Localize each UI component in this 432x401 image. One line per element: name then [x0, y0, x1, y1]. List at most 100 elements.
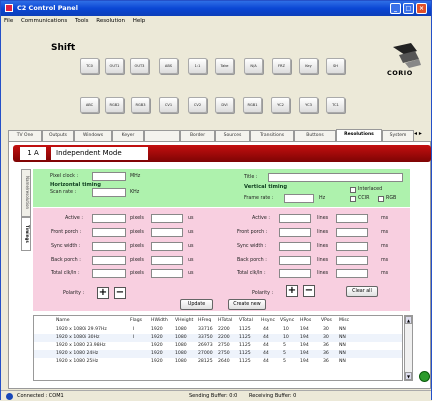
col-htotal[interactable]: HTotal [218, 316, 232, 325]
scroll-up-icon[interactable]: ▲ [405, 316, 412, 324]
title-input[interactable] [268, 173, 403, 182]
v-back-porch-input[interactable] [279, 256, 311, 265]
update-button[interactable]: Update [180, 299, 213, 310]
tab-resolutions[interactable]: Resolutions [336, 129, 382, 141]
col-vsync[interactable]: VSync [280, 316, 294, 325]
out1-button[interactable]: OUT1 [105, 58, 124, 74]
cv1-button[interactable]: CV1 [159, 97, 178, 113]
col-vtotal[interactable]: VTotal [239, 316, 253, 325]
abc-button[interactable]: ABC [80, 97, 99, 113]
col-hpos[interactable]: HPos [300, 316, 311, 325]
table-row[interactable]: 1920 x 1080 24Hz 1920 1080 27000 2750 11… [34, 350, 402, 358]
side-tab-name-resolution[interactable]: Name/resolution [21, 169, 31, 217]
take-button[interactable]: Take [215, 58, 234, 74]
tc0-button[interactable]: TC0 [80, 58, 99, 74]
frame-rate-input[interactable] [284, 194, 314, 203]
ccir-checkbox[interactable] [350, 196, 356, 202]
interlaced-checkbox[interactable] [350, 187, 356, 193]
pixel-clock-input[interactable] [92, 172, 126, 181]
col-hwidth[interactable]: HWidth [151, 316, 168, 325]
tab-blank[interactable] [144, 130, 180, 141]
v-total-ms-input[interactable] [336, 269, 368, 278]
h-back-porch-us-input[interactable] [151, 256, 183, 265]
col-flags[interactable]: Flags [130, 316, 142, 325]
menu-file[interactable]: File [4, 18, 13, 24]
v-active-ms-input[interactable] [336, 214, 368, 223]
na-button[interactable]: N/A [244, 58, 263, 74]
rgb1-button[interactable]: RGB1 [243, 97, 262, 113]
col-vheight[interactable]: VHeight [175, 316, 193, 325]
col-hsync[interactable]: Hsync [261, 316, 275, 325]
table-row[interactable]: 1920 x 1080i 29.97Hz I 1920 1080 33716 2… [34, 326, 402, 334]
h-back-porch-input[interactable] [92, 256, 126, 265]
create-new-button[interactable]: Create new [228, 299, 266, 310]
scroll-down-icon[interactable]: ▼ [405, 372, 412, 380]
out3-button[interactable]: OUT3 [130, 58, 149, 74]
v-active-input[interactable] [279, 214, 311, 223]
tab-buttons[interactable]: Buttons [294, 130, 336, 141]
h-front-porch-input[interactable] [92, 228, 126, 237]
col-vpos[interactable]: VPos [321, 316, 332, 325]
rgb-checkbox[interactable] [378, 196, 384, 202]
col-name[interactable]: Name [56, 316, 70, 325]
h-back-porch-label: Back porch : [51, 258, 81, 263]
dvi-button[interactable]: DVI [215, 97, 234, 113]
table-row[interactable]: 1920 x 1080i 30Hz I 1920 1080 33750 2200… [34, 334, 402, 342]
v-total-input[interactable] [279, 269, 311, 278]
h-sync-width-us-input[interactable] [151, 242, 183, 251]
h-sync-width-input[interactable] [92, 242, 126, 251]
close-button[interactable]: × [416, 3, 427, 14]
refresh-icon[interactable] [419, 371, 430, 382]
tab-tv-one[interactable]: TV One [8, 130, 42, 141]
rgb2-button[interactable]: RGB2 [105, 97, 124, 113]
menu-help[interactable]: Help [133, 18, 146, 24]
h-total-us-input[interactable] [151, 269, 183, 278]
tab-scroll-arrows-icon[interactable]: ◂ ▸ [414, 130, 422, 137]
table-row[interactable]: 1920 x 1080 25Hz 1920 1080 28125 2640 11… [34, 358, 402, 366]
cv2-button[interactable]: CV2 [188, 97, 207, 113]
h-polarity-plus-button[interactable]: + [97, 287, 109, 299]
maximize-button[interactable]: □ [403, 3, 414, 14]
v-sync-width-ms-input[interactable] [336, 242, 368, 251]
tab-sources[interactable]: Sources [215, 130, 250, 141]
table-scrollbar[interactable]: ▲ ▼ [404, 315, 413, 381]
v-back-porch-ms-input[interactable] [336, 256, 368, 265]
clear-all-button[interactable]: Clear all [346, 286, 378, 297]
col-hfreq[interactable]: HFreq [198, 316, 211, 325]
v-front-porch-input[interactable] [279, 228, 311, 237]
v-front-porch-ms-input[interactable] [336, 228, 368, 237]
menu-tools[interactable]: Tools [75, 18, 89, 24]
tab-system[interactable]: System [382, 130, 414, 141]
table-row[interactable]: 1920 x 1080 23.98Hz 1920 1080 26973 2750… [34, 342, 402, 350]
v-polarity-minus-button[interactable]: − [303, 285, 315, 297]
v-polarity-plus-button[interactable]: + [286, 285, 298, 297]
menu-communications[interactable]: Communications [21, 18, 67, 24]
tab-windows[interactable]: Windows [74, 130, 112, 141]
yc2-button[interactable]: YC2 [271, 97, 290, 113]
key-button[interactable]: Key [299, 58, 318, 74]
yc3-button[interactable]: YC3 [299, 97, 318, 113]
tab-outputs[interactable]: Outputs [42, 130, 74, 141]
minimize-button[interactable]: _ [390, 3, 401, 14]
tab-transitions[interactable]: Transitions [250, 130, 294, 141]
menu-resolution[interactable]: Resolution [96, 18, 125, 24]
col-misc[interactable]: Misc [339, 316, 349, 325]
h-total-input[interactable] [92, 269, 126, 278]
frz-button[interactable]: FRZ [272, 58, 291, 74]
abs-button[interactable]: ABS [159, 58, 178, 74]
pixel-clock-label: Pixel clock : [50, 174, 79, 179]
tc1-button[interactable]: TC1 [326, 97, 345, 113]
h-active-us-input[interactable] [151, 214, 183, 223]
sh-button[interactable]: SH [326, 58, 345, 74]
cell-htotal: 2200 [218, 327, 230, 332]
side-tab-timings[interactable]: Timings [21, 217, 31, 251]
tab-border[interactable]: Border [180, 130, 215, 141]
h-front-porch-us-input[interactable] [151, 228, 183, 237]
rgb3-button[interactable]: RGB3 [131, 97, 150, 113]
scan-rate-input[interactable] [92, 188, 126, 197]
h-polarity-minus-button[interactable]: − [114, 287, 126, 299]
tab-keyer[interactable]: Keyer [112, 130, 144, 141]
one-to-one-button[interactable]: 1:1 [188, 58, 207, 74]
h-active-input[interactable] [92, 214, 126, 223]
v-sync-width-input[interactable] [279, 242, 311, 251]
